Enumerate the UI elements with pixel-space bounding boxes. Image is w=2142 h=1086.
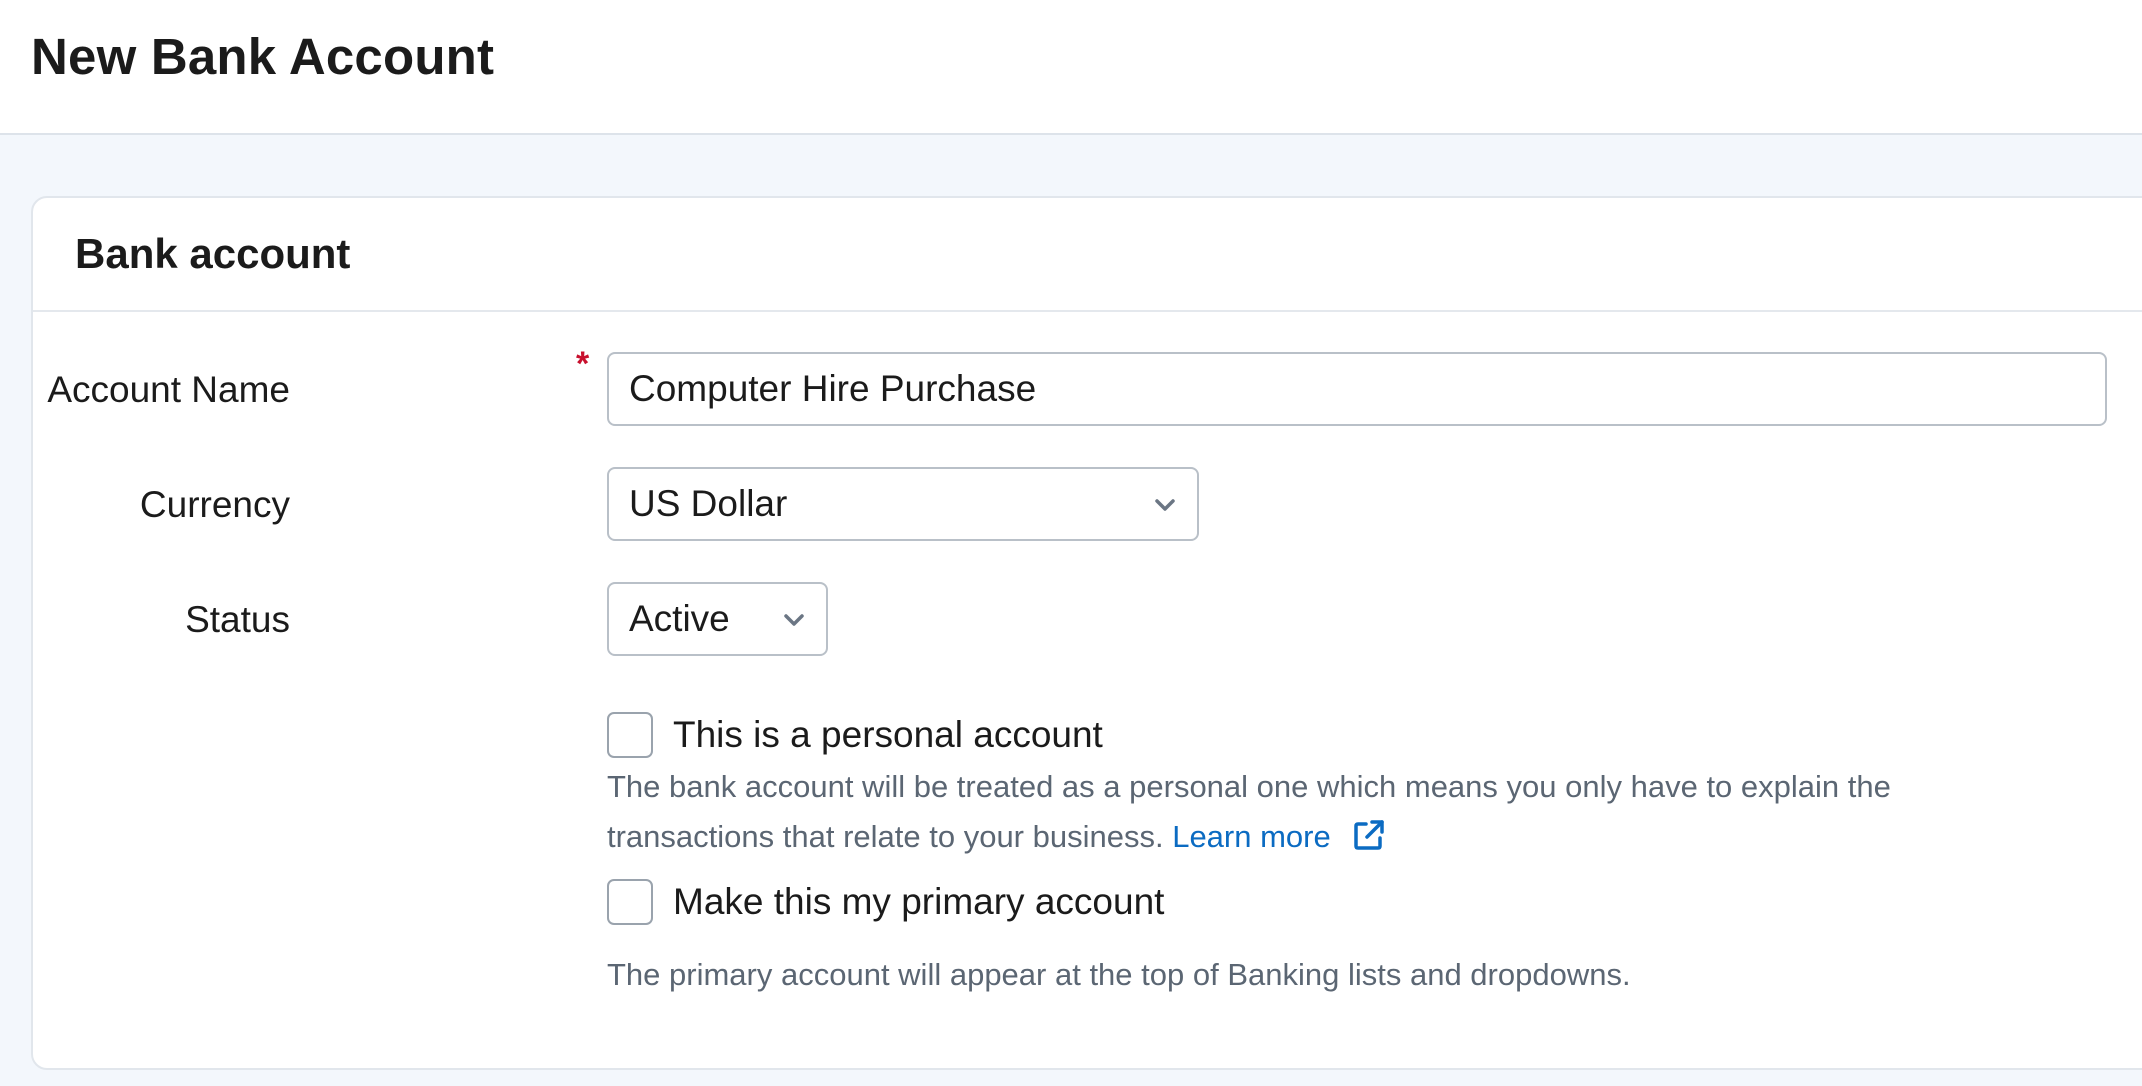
primary-account-help-text: The primary account will appear at the t… (607, 950, 2007, 1000)
bank-account-card: Bank account (31, 196, 2142, 1070)
account-name-input[interactable] (607, 352, 2107, 426)
primary-account-label: Make this my primary account (673, 880, 1164, 924)
account-name-label: Account Name (47, 368, 290, 412)
card-title: Bank account (75, 228, 350, 280)
currency-selected-value: US Dollar (629, 469, 787, 539)
external-link-icon[interactable] (1351, 817, 1387, 853)
required-marker: * (576, 349, 589, 379)
chevron-down-icon (780, 606, 808, 634)
page-header: New Bank Account (0, 0, 2142, 135)
card-header: Bank account (33, 198, 2142, 312)
status-select[interactable]: Active (607, 582, 828, 656)
status-selected-value: Active (629, 584, 730, 654)
status-label: Status (185, 598, 290, 642)
personal-account-help-text: The bank account will be treated as a pe… (607, 762, 2007, 862)
learn-more-link[interactable]: Learn more (1172, 819, 1331, 854)
personal-account-checkbox[interactable] (607, 712, 653, 758)
page-title: New Bank Account (31, 26, 494, 88)
currency-select[interactable]: US Dollar (607, 467, 1199, 541)
chevron-down-icon (1151, 491, 1179, 519)
personal-account-label: This is a personal account (673, 713, 1103, 757)
currency-label: Currency (140, 483, 290, 527)
primary-account-checkbox[interactable] (607, 879, 653, 925)
